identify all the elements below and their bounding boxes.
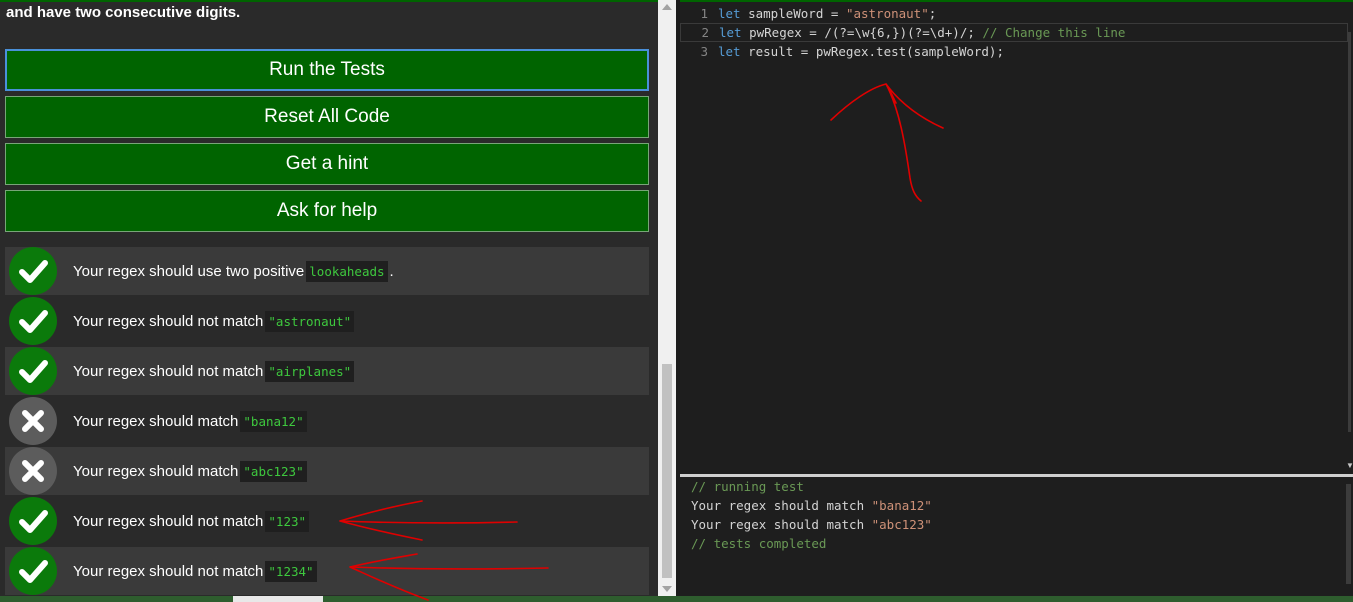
code-comment: // Change this line	[982, 25, 1126, 40]
line-number: 3	[700, 44, 708, 59]
code-line[interactable]: 3 let result = pwRegex.test(sampleWord);	[680, 42, 1348, 61]
check-icon	[9, 547, 57, 595]
test-description: Your regex should not match "airplanes"	[73, 360, 355, 382]
test-text: Your regex should match	[73, 412, 239, 430]
check-icon	[9, 497, 57, 545]
test-trail: .	[389, 262, 394, 280]
console-result-text: Your regex should match	[691, 498, 872, 513]
code-line[interactable]: 2 let pwRegex = /(?=\w{6,})(?=\d+)/; // C…	[680, 23, 1348, 42]
test-description: Your regex should use two positive lookah…	[73, 260, 394, 282]
instructions-scrollbar[interactable]	[658, 0, 676, 596]
scroll-down-icon[interactable]	[662, 586, 672, 592]
bottom-tab[interactable]	[233, 596, 323, 602]
cross-icon	[9, 397, 57, 445]
editor-scroll-down-icon[interactable]: ▼	[1346, 461, 1353, 470]
console-scrollbar[interactable]	[1346, 484, 1351, 584]
test-text: Your regex should not match	[73, 362, 264, 380]
test-row: Your regex should match "bana12"	[5, 397, 649, 445]
test-text: Your regex should not match	[73, 562, 264, 580]
reset-code-button[interactable]: Reset All Code	[5, 96, 649, 138]
test-code: "123"	[265, 510, 310, 532]
console-running-line: // running test	[691, 479, 804, 494]
code-text: pwRegex = /(?=\w{6,})(?=\d+)/;	[741, 25, 983, 40]
code-text: result = pwRegex.test(sampleWord);	[740, 44, 1004, 59]
line-number: 2	[701, 25, 709, 40]
test-description: Your regex should not match "1234"	[73, 560, 317, 582]
test-description: Your regex should not match "123"	[73, 510, 310, 532]
test-row: Your regex should not match "airplanes"	[5, 347, 649, 395]
bottom-strip	[0, 596, 1353, 602]
test-code: "airplanes"	[265, 360, 355, 382]
console-result-line: Your regex should match "abc123"	[691, 517, 932, 532]
instructions-text: and have two consecutive digits.	[6, 4, 241, 21]
test-text: Your regex should not match	[73, 512, 264, 530]
code-line[interactable]: 1 let sampleWord = "astronaut";	[680, 4, 1348, 23]
check-icon	[9, 347, 57, 395]
test-code: "bana12"	[240, 410, 307, 432]
code-text: sampleWord =	[740, 6, 846, 21]
check-icon	[9, 297, 57, 345]
ask-help-button[interactable]: Ask for help	[5, 190, 649, 232]
code-string: "astronaut"	[845, 6, 929, 21]
console-result-text: Your regex should match	[691, 517, 872, 532]
test-row: Your regex should not match "1234"	[5, 547, 649, 595]
output-console: // running test Your regex should match …	[680, 477, 1353, 596]
line-number: 1	[700, 6, 708, 21]
test-description: Your regex should match "abc123"	[73, 460, 307, 482]
code-editor[interactable]: 1 let sampleWord = "astronaut"; 2 let pwReg…	[680, 0, 1353, 474]
editor-scrollbar[interactable]: ▼	[1346, 2, 1353, 472]
code-keyword: let	[718, 44, 741, 59]
code-keyword: let	[719, 25, 742, 40]
test-code: "abc123"	[240, 460, 307, 482]
console-result-string: "abc123"	[871, 517, 932, 532]
test-row: Your regex should match "abc123"	[5, 447, 649, 495]
test-text: Your regex should use two positive	[73, 262, 305, 280]
instructions-pane: and have two consecutive digits. Run the…	[0, 0, 658, 596]
code-keyword: let	[718, 6, 741, 21]
scrollbar-thumb[interactable]	[662, 364, 672, 578]
check-icon	[9, 247, 57, 295]
test-row: Your regex should not match "123"	[5, 497, 649, 545]
run-tests-button[interactable]: Run the Tests	[5, 49, 649, 91]
code-text: ;	[928, 6, 937, 21]
test-description: Your regex should match "bana12"	[73, 410, 307, 432]
console-result-string: "bana12"	[871, 498, 932, 513]
test-row: Your regex should use two positive lookah…	[5, 247, 649, 295]
scroll-up-icon[interactable]	[662, 4, 672, 10]
test-code: "astronaut"	[265, 310, 355, 332]
console-completed-line: // tests completed	[691, 536, 827, 551]
test-code: lookaheads	[306, 260, 388, 282]
test-text: Your regex should match	[73, 462, 239, 480]
test-row: Your regex should not match "astronaut"	[5, 297, 649, 345]
get-hint-button[interactable]: Get a hint	[5, 143, 649, 185]
cross-icon	[9, 447, 57, 495]
test-text: Your regex should not match	[73, 312, 264, 330]
test-description: Your regex should not match "astronaut"	[73, 310, 355, 332]
editor-scrollbar-track[interactable]	[1348, 32, 1351, 432]
console-result-line: Your regex should match "bana12"	[691, 498, 932, 513]
test-code: "1234"	[265, 560, 317, 582]
